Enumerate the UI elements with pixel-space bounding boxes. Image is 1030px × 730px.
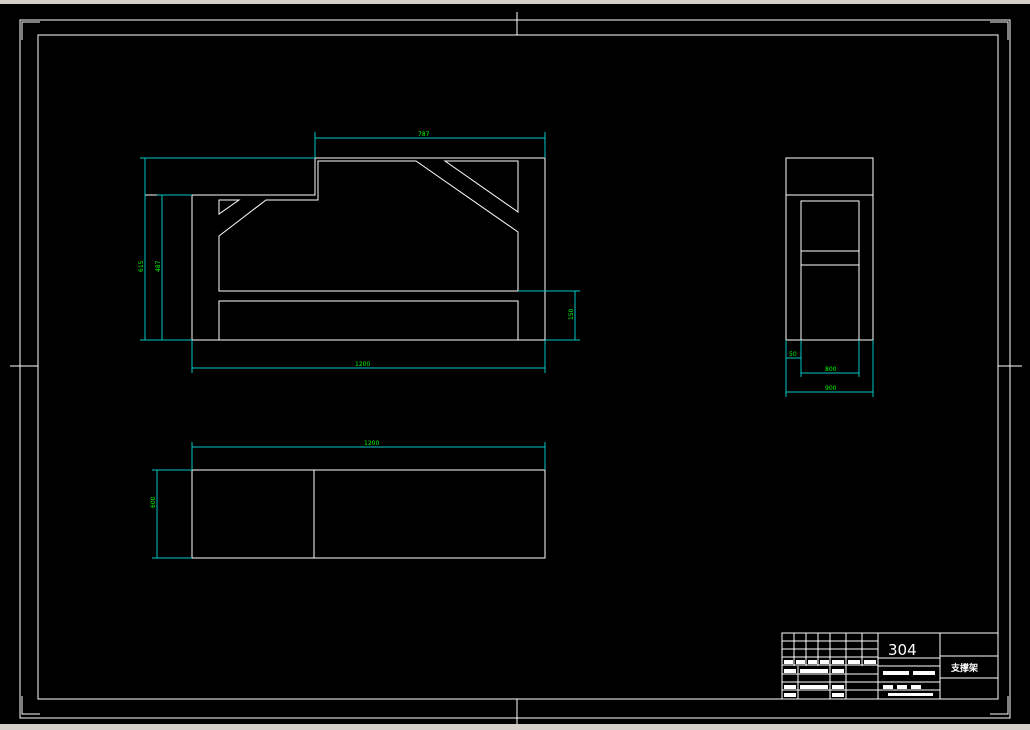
dim-text-150: 150 [568, 308, 575, 320]
tb-label-bar [784, 669, 796, 673]
tb-label-bar [848, 660, 860, 664]
tb-label-bar [897, 685, 907, 689]
outer-border [19, 19, 1011, 719]
tb-label-bar [888, 693, 933, 696]
part-name: 支撑架 [950, 662, 978, 674]
tb-label-bar [808, 660, 817, 664]
front-outline [145, 157, 546, 341]
dim-text-615: 615 [138, 260, 145, 272]
cad-canvas[interactable]: 787 615 487 150 1200 1200 600 50 800 900… [0, 0, 1030, 730]
dim-text-900: 900 [825, 385, 837, 392]
dim-text-600: 600 [150, 496, 157, 508]
dim-text-1200-plan: 1200 [364, 440, 379, 447]
side-view[interactable]: 50 800 900 [785, 157, 874, 397]
drawing-number: 304 [888, 641, 917, 659]
dim-text-787: 787 [418, 131, 430, 138]
side-inner-opening [800, 200, 860, 341]
corner-mark-tl [21, 21, 40, 40]
side-outline [785, 157, 874, 341]
tb-label-bar [796, 660, 805, 664]
corner-mark-bl [21, 696, 40, 715]
front-bottom-band [218, 300, 519, 341]
window-bottom-edge [0, 724, 1030, 730]
tb-label-bar [832, 693, 844, 697]
tb-label-bar [784, 660, 793, 664]
tb-label-bar [800, 669, 828, 673]
tb-label-bar [864, 660, 876, 664]
corner-mark-tr [990, 21, 1009, 40]
front-small-triangle [218, 199, 241, 215]
dim-text-487: 487 [155, 260, 162, 272]
tb-label-bar [911, 685, 921, 689]
tb-label-bar [913, 671, 935, 675]
plan-view[interactable]: 1200 600 [150, 440, 546, 559]
tb-label-bar [820, 660, 829, 664]
inner-border [37, 34, 999, 700]
title-block[interactable]: 304 支撑架 [781, 632, 999, 700]
tb-label-bar [784, 685, 796, 689]
dim-text-800: 800 [825, 366, 837, 373]
tb-label-bar [883, 671, 909, 675]
dim-text-50: 50 [789, 351, 797, 358]
drawing-sheet: 787 615 487 150 1200 1200 600 50 800 900… [10, 12, 1022, 724]
tb-label-bar [832, 669, 844, 673]
tb-label-bar [832, 685, 844, 689]
front-view[interactable]: 787 615 487 150 1200 [138, 131, 580, 373]
plan-outline [191, 469, 546, 559]
front-right-triangle [443, 160, 519, 213]
tb-label-bar [832, 660, 844, 664]
dim-text-1200-front: 1200 [355, 361, 370, 368]
tb-label-bar [800, 685, 828, 689]
tb-label-bar [883, 685, 893, 689]
tb-label-bar [784, 693, 796, 697]
